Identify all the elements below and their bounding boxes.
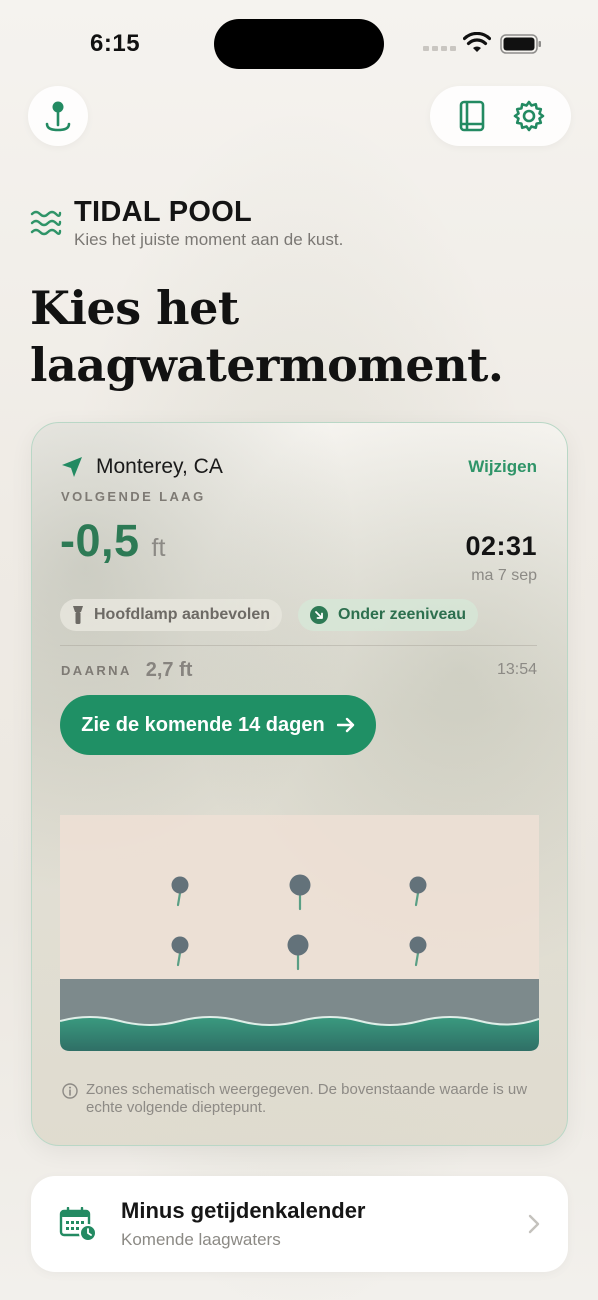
info-icon [62, 1083, 78, 1099]
tide-zones-illustration [60, 815, 539, 1051]
calendar-text: Minus getijdenkalender Komende laagwater… [121, 1198, 366, 1250]
after-value: 2,7 ft [145, 658, 193, 681]
zones-note-text: Zones schematisch weergegeven. De bovens… [86, 1081, 528, 1116]
next-low-label: VOLGENDE LAAG [61, 489, 206, 504]
after-row: DAARNA 2,7 ft 13:54 [61, 657, 537, 683]
wifi-icon [463, 32, 491, 52]
headlamp-chip: Hoofdlamp aanbevolen [60, 599, 283, 631]
see-14-days-button[interactable]: Zie de komende 14 dagen [60, 695, 376, 755]
status-bar: 6:15 [0, 0, 598, 80]
dynamic-island [214, 19, 384, 69]
brand-title: TIDAL POOL [74, 196, 253, 228]
location-arrow-icon [62, 457, 82, 477]
guide-button[interactable] [452, 96, 492, 136]
tide-time: 02:31 [465, 531, 537, 561]
waves-icon [30, 210, 62, 236]
battery-icon [500, 34, 541, 54]
change-location-link[interactable]: Wijzigen [468, 457, 537, 477]
tide-date: ma 7 sep [471, 567, 537, 584]
book-icon [459, 100, 485, 132]
calendar-title: Minus getijdenkalender [121, 1198, 366, 1223]
below-sea-level-chip: Onder zeeniveau [298, 599, 479, 631]
below-sea-level-label: Onder zeeniveau [338, 606, 467, 623]
cellular-signal-icon [423, 46, 456, 51]
map-button[interactable] [28, 86, 88, 146]
top-actions [430, 86, 571, 146]
brand-subtitle: Kies het juiste moment aan de kust. [74, 230, 344, 249]
cta-label: Zie de komende 14 dagen [81, 713, 325, 736]
chevron-right-icon [528, 1214, 540, 1234]
tide-value: -0,5 ft [60, 515, 165, 567]
location-name: Monterey, CA [96, 455, 223, 478]
arrow-right-icon [336, 717, 354, 733]
after-label: DAARNA [61, 662, 132, 678]
tide-height: -0,5 [60, 515, 140, 566]
page-headline: Kies het laagwatermoment. [30, 281, 504, 392]
tide-unit: ft [151, 534, 166, 562]
minus-tide-calendar-row[interactable]: Minus getijdenkalender Komende laagwater… [31, 1176, 568, 1272]
settings-button[interactable] [509, 96, 549, 136]
map-pin-icon [45, 101, 71, 132]
headlamp-chip-label: Hoofdlamp aanbevolen [94, 606, 271, 623]
brand-header: TIDAL POOL Kies het juiste moment aan de… [30, 196, 343, 250]
gear-icon [513, 100, 545, 132]
zones-note: Zones schematisch weergegeven. De bovens… [62, 1081, 537, 1117]
next-low-tide-card: Monterey, CA Wijzigen VOLGENDE LAAG -0,5… [31, 422, 568, 1146]
flashlight-icon [73, 606, 83, 624]
card-divider [60, 645, 537, 646]
calendar-subtitle: Komende laagwaters [121, 1230, 281, 1249]
arrow-down-right-icon [310, 606, 328, 624]
status-time: 6:15 [90, 30, 141, 57]
after-time: 13:54 [496, 661, 537, 678]
location-row: Monterey, CA Wijzigen [60, 453, 537, 481]
calendar-clock-icon [59, 1207, 97, 1241]
